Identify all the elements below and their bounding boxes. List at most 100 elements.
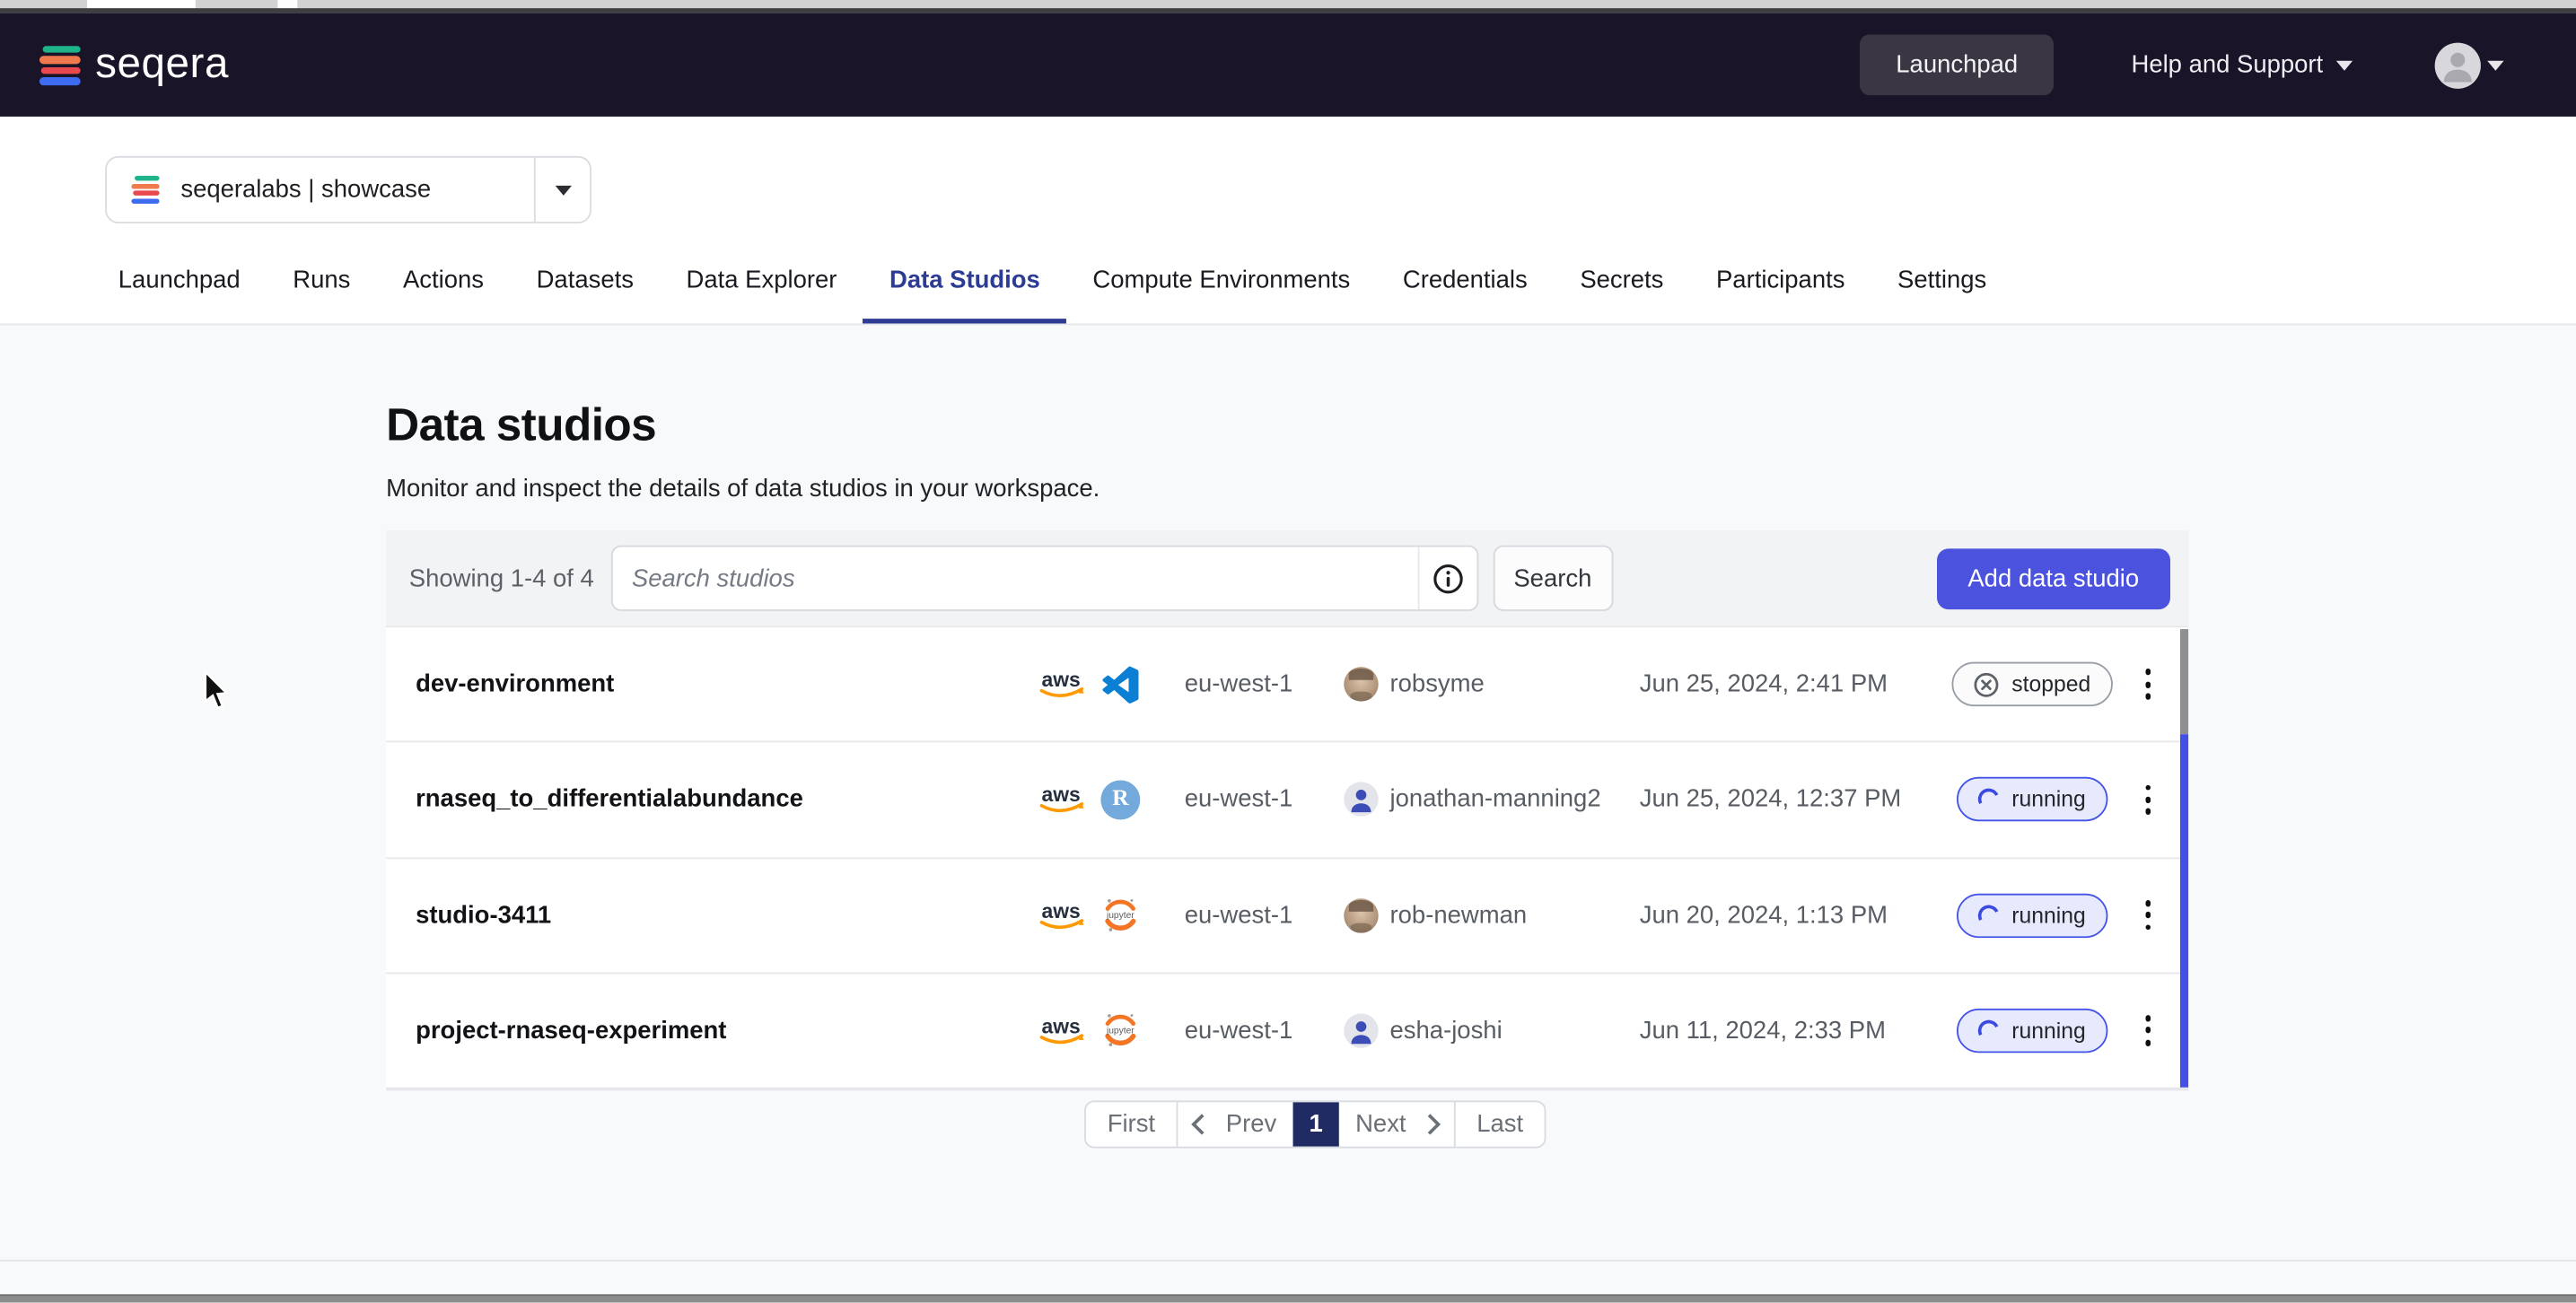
- table-scrollbar[interactable]: [2180, 629, 2188, 1088]
- studios-toolbar: Showing 1-4 of 4 Search Add data studio: [386, 530, 2188, 625]
- table-row[interactable]: dev-environment aws eu-west-1 robsyme Ju…: [386, 627, 2188, 743]
- status-badge: running: [1958, 777, 2107, 821]
- window-bottom-edge: [0, 1294, 2576, 1302]
- tab-actions[interactable]: Actions: [377, 263, 511, 324]
- tab-data-explorer[interactable]: Data Explorer: [660, 263, 863, 324]
- user-avatar: [1344, 1013, 1378, 1047]
- vscode-icon: [1100, 665, 1140, 704]
- tab-data-studios[interactable]: Data Studios: [863, 263, 1066, 324]
- status-badge: stopped: [1952, 662, 2112, 706]
- next-label: Next: [1355, 1110, 1406, 1138]
- tab-datasets[interactable]: Datasets: [510, 263, 660, 324]
- created-date: Jun 20, 2024, 1:13 PM: [1640, 901, 1941, 929]
- chevron-down-icon: [2487, 60, 2503, 70]
- rstudio-icon: R: [1100, 780, 1140, 819]
- row-menu-kebab-icon[interactable]: [2132, 890, 2164, 940]
- row-menu-kebab-icon[interactable]: [2132, 1006, 2164, 1056]
- aws-icon: aws: [1037, 898, 1090, 932]
- studio-name[interactable]: studio-3411: [416, 901, 1037, 929]
- svg-text:aws: aws: [1041, 668, 1080, 691]
- prev-label: Prev: [1226, 1110, 1276, 1138]
- workspace-selector-caret[interactable]: [536, 185, 590, 195]
- workspace-selector-label: seqeralabs | showcase: [180, 176, 431, 204]
- row-menu-kebab-icon[interactable]: [2132, 774, 2164, 825]
- user-menu[interactable]: [2435, 42, 2504, 88]
- browser-edge-strip: [0, 0, 2576, 8]
- jupyter-icon: jupyter: [1100, 1010, 1140, 1050]
- tab-launchpad[interactable]: Launchpad: [92, 263, 267, 324]
- mouse-cursor: [202, 670, 230, 713]
- tab-secrets[interactable]: Secrets: [1554, 263, 1690, 324]
- search-input[interactable]: [612, 547, 1417, 610]
- table-row[interactable]: studio-3411 aws jupyter eu-west-1: [386, 858, 2188, 974]
- created-date: Jun 11, 2024, 2:33 PM: [1640, 1017, 1941, 1045]
- search-box: [610, 546, 1477, 611]
- seqera-logo[interactable]: seqera: [39, 41, 229, 89]
- status-badge: running: [1958, 1009, 2107, 1053]
- stopped-icon: [1974, 671, 2000, 697]
- seqera-logo-text: seqera: [95, 41, 229, 89]
- pagination-first-button[interactable]: First: [1086, 1102, 1177, 1146]
- user-icon: [2435, 42, 2481, 88]
- tab-settings[interactable]: Settings: [1871, 263, 2013, 324]
- status-label: running: [2011, 1019, 2085, 1043]
- user-name: esha-joshi: [1390, 1017, 1503, 1045]
- svg-text:jupyter: jupyter: [1106, 911, 1135, 921]
- studio-name[interactable]: project-rnaseq-experiment: [416, 1017, 1037, 1045]
- row-menu-kebab-icon[interactable]: [2132, 660, 2164, 710]
- created-date: Jun 25, 2024, 12:37 PM: [1640, 786, 1941, 814]
- avatar: [2435, 42, 2481, 88]
- top-navigation-bar: seqera Launchpad Help and Support: [0, 13, 2576, 117]
- svg-text:aws: aws: [1041, 783, 1080, 807]
- studio-name[interactable]: dev-environment: [416, 670, 1037, 698]
- running-spinner-icon: [1976, 902, 2003, 929]
- user-avatar: [1344, 667, 1378, 701]
- tab-compute-environments[interactable]: Compute Environments: [1066, 263, 1376, 324]
- tab-runs[interactable]: Runs: [267, 263, 377, 324]
- chevron-down-icon: [555, 185, 571, 195]
- search-button[interactable]: Search: [1493, 546, 1613, 611]
- seqera-logo-icon: [39, 45, 81, 84]
- help-and-support-label: Help and Support: [2131, 51, 2323, 79]
- showing-count-label: Showing 1-4 of 4: [409, 564, 594, 592]
- table-row[interactable]: rnaseq_to_differentialabundance aws R eu…: [386, 743, 2188, 859]
- footer-divider: [0, 1260, 2576, 1262]
- chevron-down-icon: [2336, 60, 2353, 70]
- svg-text:jupyter: jupyter: [1106, 1027, 1135, 1036]
- user-name: robsyme: [1390, 670, 1485, 698]
- svg-text:aws: aws: [1041, 899, 1080, 923]
- pagination-next-button[interactable]: Next: [1339, 1102, 1454, 1146]
- tab-credentials[interactable]: Credentials: [1377, 263, 1554, 324]
- scrollbar-thumb[interactable]: [2180, 629, 2188, 734]
- pagination-last-button[interactable]: Last: [1455, 1102, 1544, 1146]
- pagination-prev-button[interactable]: Prev: [1178, 1102, 1293, 1146]
- aws-icon: aws: [1037, 667, 1090, 701]
- browser-tab-hint: [87, 0, 196, 8]
- region-label: eu-west-1: [1185, 786, 1345, 814]
- status-badge: running: [1958, 893, 2107, 937]
- status-label: running: [2011, 787, 2085, 811]
- workspace-tab-bar: Launchpad Runs Actions Datasets Data Exp…: [0, 263, 2576, 326]
- scrollbar-track-accent: [2180, 734, 2188, 1088]
- launchpad-button[interactable]: Launchpad: [1860, 34, 2054, 95]
- studio-name[interactable]: rnaseq_to_differentialabundance: [416, 786, 1037, 814]
- jupyter-icon: jupyter: [1100, 896, 1140, 935]
- user-avatar: [1344, 898, 1378, 932]
- status-label: stopped: [2011, 672, 2090, 696]
- running-spinner-icon: [1976, 1017, 2003, 1044]
- page-subtitle: Monitor and inspect the details of data …: [386, 475, 1100, 503]
- svg-text:aws: aws: [1041, 1014, 1080, 1037]
- user-name: jonathan-manning2: [1390, 786, 1601, 814]
- region-label: eu-west-1: [1185, 901, 1345, 929]
- add-data-studio-button[interactable]: Add data studio: [1937, 547, 2170, 608]
- chevron-right-icon: [1419, 1114, 1440, 1134]
- region-label: eu-west-1: [1185, 670, 1345, 698]
- user-name: rob-newman: [1390, 901, 1528, 929]
- info-icon[interactable]: [1417, 547, 1476, 610]
- workspace-selector[interactable]: seqeralabs | showcase: [105, 156, 591, 223]
- tab-participants[interactable]: Participants: [1690, 263, 1871, 324]
- table-row[interactable]: project-rnaseq-experiment aws jupyter eu…: [386, 974, 2188, 1089]
- chevron-left-icon: [1192, 1114, 1213, 1134]
- help-and-support-menu[interactable]: Help and Support: [2131, 51, 2353, 79]
- status-label: running: [2011, 903, 2085, 927]
